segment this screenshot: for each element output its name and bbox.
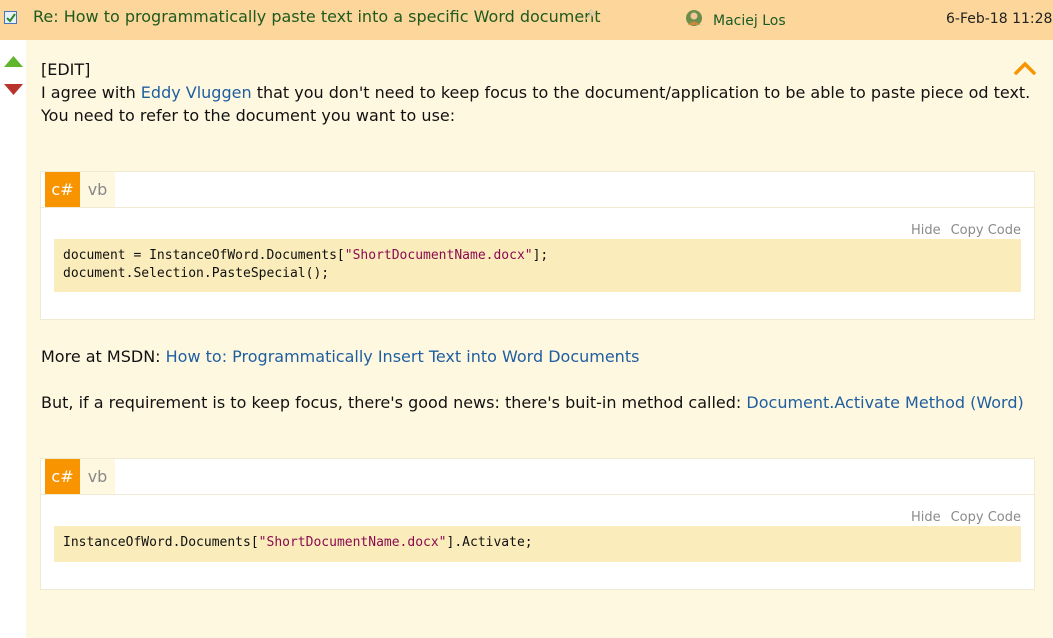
tab-csharp[interactable]: c# xyxy=(45,172,80,207)
code-snippet: document = InstanceOfWord.Documents["Sho… xyxy=(54,239,1021,292)
text-agree-suffix: that you don't need to keep focus to the… xyxy=(251,83,1031,102)
code-text: ]; xyxy=(532,248,549,263)
hide-button[interactable]: Hide xyxy=(911,223,941,238)
copy-code-button[interactable]: Copy Code xyxy=(951,223,1021,238)
pin-icon[interactable] xyxy=(583,6,599,26)
code-text: InstanceOfWord.Documents[ xyxy=(63,535,259,550)
text-msdn-prefix: More at MSDN: xyxy=(41,347,166,366)
post-date: 6-Feb-18 11:28 xyxy=(946,11,1053,27)
code-text: document.Selection.PasteSpecial(); xyxy=(63,266,330,281)
paragraph-refer: You need to refer to the document you wa… xyxy=(41,106,456,125)
checkbox-icon[interactable] xyxy=(4,11,17,24)
code-snippet: InstanceOfWord.Documents["ShortDocumentN… xyxy=(54,526,1021,562)
paragraph-activate: But, if a requirement is to keep focus, … xyxy=(41,391,1024,414)
code-string: "ShortDocumentName.docx" xyxy=(258,535,447,550)
code-actions: Hide Copy Code xyxy=(901,223,1021,238)
author-name[interactable]: Maciej Los xyxy=(713,13,786,29)
link-msdn-insert-text[interactable]: How to: Programmatically Insert Text int… xyxy=(166,347,640,366)
paragraph-agree: I agree with Eddy Vluggen that you don't… xyxy=(41,81,1030,104)
code-text: document = InstanceOfWord.Documents[ xyxy=(63,248,345,263)
text-agree-prefix: I agree with xyxy=(41,83,141,102)
text-activate-prefix: But, if a requirement is to keep focus, … xyxy=(41,393,747,412)
message-header: Re: How to programmatically paste text i… xyxy=(0,0,1053,40)
code-body: Hide Copy Code InstanceOfWord.Documents["… xyxy=(41,494,1034,589)
hide-button[interactable]: Hide xyxy=(911,510,941,525)
vote-up-icon[interactable] xyxy=(4,52,23,71)
member-avatar-icon[interactable] xyxy=(685,9,703,31)
code-block-1: c# vb Hide Copy Code document = InstanceO… xyxy=(40,171,1035,320)
link-document-activate[interactable]: Document.Activate Method (Word) xyxy=(746,393,1023,412)
message-subject[interactable]: Re: How to programmatically paste text i… xyxy=(33,7,601,26)
code-body: Hide Copy Code document = InstanceOfWord.… xyxy=(41,207,1034,319)
code-block-2: c# vb Hide Copy Code InstanceOfWord.Docum… xyxy=(40,458,1035,590)
edit-tag: [EDIT] xyxy=(41,60,91,79)
paragraph-msdn: More at MSDN: How to: Programmatically I… xyxy=(41,345,639,368)
chevron-up-icon[interactable] xyxy=(1014,60,1036,79)
tab-csharp[interactable]: c# xyxy=(45,459,80,494)
copy-code-button[interactable]: Copy Code xyxy=(951,510,1021,525)
vote-down-icon[interactable] xyxy=(4,80,23,99)
code-actions: Hide Copy Code xyxy=(901,510,1021,525)
code-text: ].Activate; xyxy=(446,535,533,550)
code-string: "ShortDocumentName.docx" xyxy=(344,248,533,263)
tab-vb[interactable]: vb xyxy=(80,459,115,494)
link-eddy-vluggen[interactable]: Eddy Vluggen xyxy=(141,83,252,102)
vote-gutter xyxy=(0,40,26,638)
tab-vb[interactable]: vb xyxy=(80,172,115,207)
